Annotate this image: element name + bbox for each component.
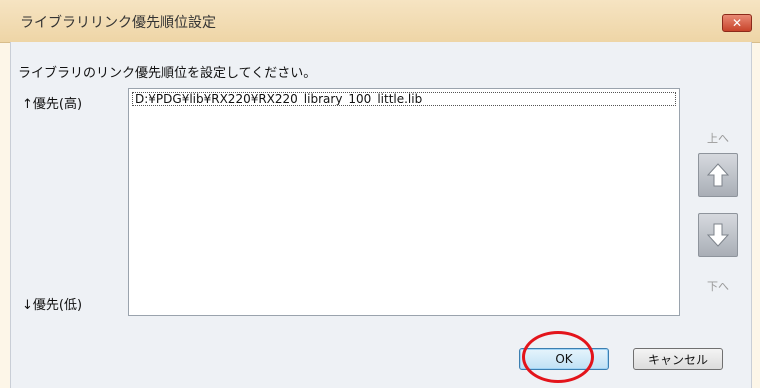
arrow-down-icon (706, 223, 730, 247)
window-title: ライブラリリンク優先順位設定 (20, 15, 216, 31)
arrow-up-icon (706, 163, 730, 187)
list-item[interactable]: D:¥PDG¥lib¥RX220¥RX220_library_100_littl… (132, 92, 676, 106)
library-link-priority-dialog: ライブラリリンク優先順位設定 ✕ ライブラリのリンク優先順位を設定してください。… (0, 0, 760, 388)
priority-low-label: ↓優先(低) (22, 298, 83, 313)
cancel-button-label: キャンセル (647, 352, 708, 367)
priority-high-label: ↑優先(高) (22, 97, 83, 112)
close-icon: ✕ (731, 16, 743, 30)
move-down-button[interactable] (698, 213, 738, 257)
move-up-button[interactable] (698, 153, 738, 197)
move-down-label: 下へ (707, 280, 729, 293)
title-bar[interactable]: ライブラリリンク優先順位設定 ✕ (0, 0, 760, 43)
ok-button[interactable]: OK (519, 348, 609, 370)
move-up-label: 上へ (707, 132, 729, 145)
library-listbox[interactable]: D:¥PDG¥lib¥RX220¥RX220_library_100_littl… (128, 88, 680, 316)
cancel-button[interactable]: キャンセル (633, 348, 723, 370)
close-button[interactable]: ✕ (722, 14, 752, 32)
ok-button-label: OK (555, 352, 573, 366)
instruction-text: ライブラリのリンク優先順位を設定してください。 (18, 66, 317, 81)
